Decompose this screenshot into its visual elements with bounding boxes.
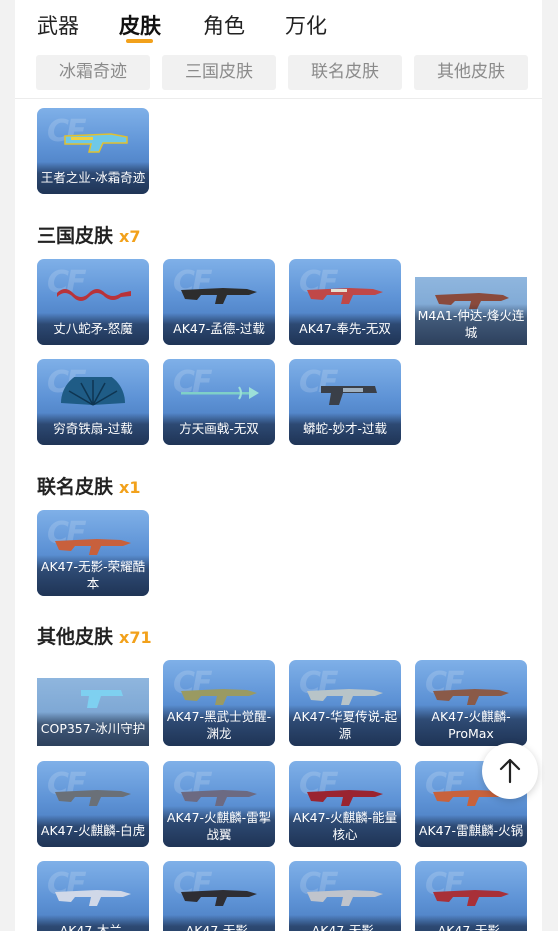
weapon-image [55, 539, 131, 555]
weapon-image [321, 386, 377, 405]
section-title-text: 联名皮肤 [37, 476, 114, 498]
skin-card[interactable]: M4A1-仲达-烽火连城 [415, 277, 527, 345]
skin-name: AK47-木兰- [37, 915, 149, 931]
tab-characters[interactable]: 角色 [203, 10, 245, 40]
skin-name: AK47-火麒麟-白虎 [37, 815, 149, 847]
skin-name: AK47-火麒麟-能量核心 [289, 806, 401, 847]
skin-card[interactable]: COP357-冰川守护 [37, 678, 149, 746]
weapon-image [61, 377, 125, 406]
section-title-text: 三国皮肤 [37, 225, 114, 247]
skin-card[interactable]: CF AK47-无影- [163, 861, 275, 931]
section-title-sanguo: 三国皮肤 x7 [37, 221, 140, 248]
filter-frost[interactable]: 冰霜奇迹 [36, 55, 150, 90]
tab-wanhua[interactable]: 万化 [285, 10, 327, 40]
skin-card[interactable]: CF 王者之业-冰霜奇迹 [37, 108, 149, 194]
filter-chips: 冰霜奇迹 三国皮肤 联名皮肤 其他皮肤 [15, 52, 542, 98]
active-tab-indicator [126, 39, 153, 43]
section-count: x71 [119, 628, 152, 647]
skin-name: AK47-雷麒麟-火锅 [415, 815, 527, 847]
weapon-image [307, 689, 383, 705]
weapon-image [307, 890, 383, 906]
section-title-other: 其他皮肤 x71 [37, 622, 152, 649]
filter-sanguo[interactable]: 三国皮肤 [162, 55, 276, 90]
skin-card[interactable]: CF AK47-奉先-无双 [289, 259, 401, 345]
arrow-up-icon [499, 758, 521, 784]
skin-name: AK47-奉先-无双 [289, 313, 401, 345]
divider [15, 98, 542, 99]
section-count: x1 [119, 478, 141, 497]
weapon-image [181, 790, 257, 806]
skin-card[interactable]: CF AK47-无影-荣耀酷本 [37, 510, 149, 596]
skin-name: 穷奇铁扇-过载 [37, 413, 149, 445]
skin-card[interactable]: CF AK47-火麒麟-ProMax [415, 660, 527, 746]
category-tabs: 武器 皮肤 角色 万化 [15, 0, 542, 52]
weapon-image [181, 288, 257, 304]
skin-name: AK47-火麒麟-雷掣战翼 [163, 806, 275, 847]
weapon-image [181, 890, 257, 906]
weapon-image [433, 689, 509, 705]
weapon-image [307, 288, 383, 304]
weapon-image [81, 690, 123, 708]
skin-name: AK47-黑武士觉醒-渊龙 [163, 705, 275, 746]
skin-card[interactable]: CF AK47-华夏传说-起源 [289, 660, 401, 746]
section-title-text: 其他皮肤 [37, 626, 114, 648]
skin-card[interactable]: CF AK47-无影- [289, 861, 401, 931]
skin-name: AK47-孟德-过载 [163, 313, 275, 345]
weapon-image [181, 386, 259, 400]
weapon-image [55, 790, 131, 806]
skin-card[interactable]: CF AK47-黑武士觉醒-渊龙 [163, 660, 275, 746]
skin-name: 丈八蛇矛-怒魔 [37, 313, 149, 345]
skin-name: COP357-冰川守护 [37, 712, 149, 746]
filter-collab[interactable]: 联名皮肤 [288, 55, 402, 90]
skin-card[interactable]: CF AK47-无影- [415, 861, 527, 931]
section-title-collab: 联名皮肤 x1 [37, 472, 140, 499]
skin-name: AK47-无影- [289, 915, 401, 931]
weapon-image [433, 890, 509, 906]
tab-weapons[interactable]: 武器 [37, 10, 79, 40]
filter-other[interactable]: 其他皮肤 [414, 55, 528, 90]
skin-name: 王者之业-冰霜奇迹 [37, 162, 149, 194]
skin-name: 方天画戟-无双 [163, 413, 275, 445]
skin-name: AK47-无影- [415, 915, 527, 931]
skin-name: AK47-无影- [163, 915, 275, 931]
skin-name: AK47-无影-荣耀酷本 [37, 555, 149, 596]
skin-card[interactable]: CF AK47-火麒麟-雷掣战翼 [163, 761, 275, 847]
skin-card[interactable]: CF 蟒蛇-妙才-过载 [289, 359, 401, 445]
skin-card[interactable]: CF AK47-火麒麟-能量核心 [289, 761, 401, 847]
weapon-image [307, 790, 383, 806]
skin-name: M4A1-仲达-烽火连城 [415, 304, 527, 345]
weapon-image [57, 289, 131, 301]
weapon-image [64, 133, 128, 153]
skin-panel: 武器 皮肤 角色 万化 冰霜奇迹 三国皮肤 联名皮肤 其他皮肤 CF 王者之业-… [15, 0, 542, 931]
skin-card[interactable]: CF 方天画戟-无双 [163, 359, 275, 445]
skin-name: AK47-华夏传说-起源 [289, 705, 401, 746]
skin-name: 蟒蛇-妙才-过载 [289, 413, 401, 445]
weapon-image [181, 689, 257, 705]
weapon-image [55, 890, 131, 906]
skin-name: AK47-火麒麟-ProMax [415, 705, 527, 746]
skin-card[interactable]: CF AK47-火麒麟-白虎 [37, 761, 149, 847]
skin-card[interactable]: CF AK47-木兰- [37, 861, 149, 931]
skin-card[interactable]: CF 丈八蛇矛-怒魔 [37, 259, 149, 345]
section-count: x7 [119, 227, 141, 246]
tab-skins[interactable]: 皮肤 [119, 10, 161, 40]
skin-card[interactable]: CF 穷奇铁扇-过载 [37, 359, 149, 445]
back-to-top-button[interactable] [482, 743, 538, 799]
skin-card[interactable]: CF AK47-孟德-过载 [163, 259, 275, 345]
